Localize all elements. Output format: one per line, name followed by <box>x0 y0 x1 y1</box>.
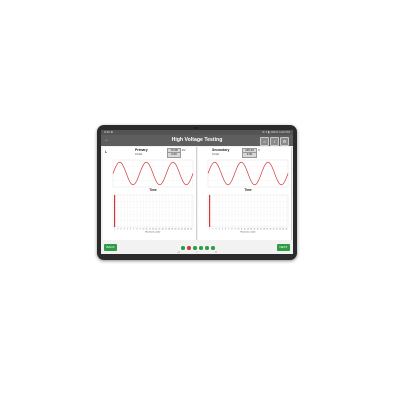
tick-label: 3 <box>216 228 217 230</box>
settings-icon[interactable]: ⚙ <box>280 137 289 146</box>
tick-label: 9 <box>235 228 236 230</box>
secondary-charts: Time 1 2 3 4 5 6 7 8 9 10 11 12 13 14 15 16 17 18 19 20 21 22… <box>207 159 289 234</box>
tick-label: 22 <box>181 228 183 230</box>
tick-label: 4 <box>124 228 125 230</box>
tick-label: 12 <box>244 228 246 230</box>
tick-label: 1 <box>114 228 115 230</box>
tick-label: 5 <box>127 228 128 230</box>
tick-label: 18 <box>263 228 265 230</box>
primary-charts: Time 1 2 3 4 5 6 7 8 9 10 11 12 13 14 15 16 17 18 19 20 21 22… <box>112 159 194 234</box>
tick-label: 14 <box>250 228 252 230</box>
tick-label: 18 <box>168 228 170 230</box>
tick-label: 10 <box>143 228 145 230</box>
next-button[interactable]: NEXT <box>277 244 290 251</box>
tick-label: 12 <box>149 228 151 230</box>
tick-label: 4 <box>219 228 220 230</box>
tick-label: 7 <box>228 228 229 230</box>
tick-label: 19 <box>171 228 173 230</box>
tick-label: 19 <box>266 228 268 230</box>
tick-label: 20 <box>175 228 177 230</box>
tick-label: 2 <box>212 228 213 230</box>
tick-label: 17 <box>165 228 167 230</box>
spectrum-plot: 1 2 3 4 5 6 7 8 9 10 11 12 13 14 15 16 17 18 19 20 21 22 23 24 2… <box>207 194 289 234</box>
info-icon[interactable]: i <box>270 137 279 146</box>
primary-panel: L Primary 0 kHz 73.58 0.00 kV Time 12345… <box>103 147 197 240</box>
home-icon[interactable]: ⌂ <box>260 137 269 146</box>
tick-label: 6 <box>130 228 131 230</box>
tick-label: 21 <box>273 228 275 230</box>
page-dot[interactable] <box>205 246 209 250</box>
page-dot[interactable] <box>187 246 191 250</box>
back-button[interactable]: BACK <box>104 244 117 251</box>
tick-label: 9 <box>140 228 141 230</box>
wave-plot: Time <box>112 159 194 192</box>
nav-recent-icon[interactable]: □ <box>215 250 217 254</box>
x-axis-label: Harmonic order <box>145 231 160 234</box>
tick-label: 13 <box>247 228 249 230</box>
tick-label: 22 <box>276 228 278 230</box>
tick-label: 8 <box>137 228 138 230</box>
nav-home-icon[interactable]: ○ <box>196 250 198 254</box>
tick-label: 13 <box>152 228 154 230</box>
tick-label: 14 <box>155 228 157 230</box>
tick-label: 16 <box>162 228 164 230</box>
nav-back-icon[interactable]: ◁ <box>177 250 179 254</box>
tick-label: 1 <box>209 228 210 230</box>
system-nav-bar: ◁ ○ □ <box>101 250 293 254</box>
tick-label: 25 <box>286 228 288 230</box>
x-axis-label: Time <box>149 188 157 192</box>
tick-label: 21 <box>178 228 180 230</box>
tick-label: 15 <box>254 228 256 230</box>
tick-label: 6 <box>225 228 226 230</box>
secondary-panel: Secondary 0 kHz 235.20 0.00 V Time 12345… <box>198 147 292 240</box>
tick-label: 8 <box>232 228 233 230</box>
tick-label: 16 <box>257 228 259 230</box>
tick-label: 20 <box>270 228 272 230</box>
app-bar: ← High Voltage Testing ⌂ i ⚙ <box>101 135 293 146</box>
tick-label: 24 <box>282 228 284 230</box>
tablet-device: 9:30 ⊕ ⊛ ▾ ▮ 100% 4:22 PM ← High Voltage… <box>97 125 297 260</box>
tick-label: 10 <box>238 228 240 230</box>
tick-label: 15 <box>159 228 161 230</box>
tick-label: 2 <box>117 228 118 230</box>
x-axis-label: Harmonic order <box>240 231 255 234</box>
tick-label: 17 <box>260 228 262 230</box>
front-camera <box>195 127 198 129</box>
wave-plot: Time <box>207 159 289 192</box>
tick-label: 7 <box>133 228 134 230</box>
bar <box>209 195 211 227</box>
tick-label: 24 <box>187 228 189 230</box>
page-dot[interactable] <box>199 246 203 250</box>
tablet-screen: 9:30 ⊕ ⊛ ▾ ▮ 100% 4:22 PM ← High Voltage… <box>101 130 293 254</box>
spectrum-plot: 1 2 3 4 5 6 7 8 9 10 11 12 13 14 15 16 17 18 19 20 21 22 23 24 2… <box>112 194 194 234</box>
tick-label: 23 <box>184 228 186 230</box>
x-axis-label: Time <box>244 188 252 192</box>
bar <box>114 195 116 227</box>
tick-label: 3 <box>121 228 122 230</box>
tick-label: 5 <box>222 228 223 230</box>
tick-label: 11 <box>241 228 243 230</box>
page-dot[interactable] <box>181 246 185 250</box>
tick-label: 23 <box>279 228 281 230</box>
tick-label: 11 <box>146 228 148 230</box>
tick-label: 25 <box>191 228 193 230</box>
